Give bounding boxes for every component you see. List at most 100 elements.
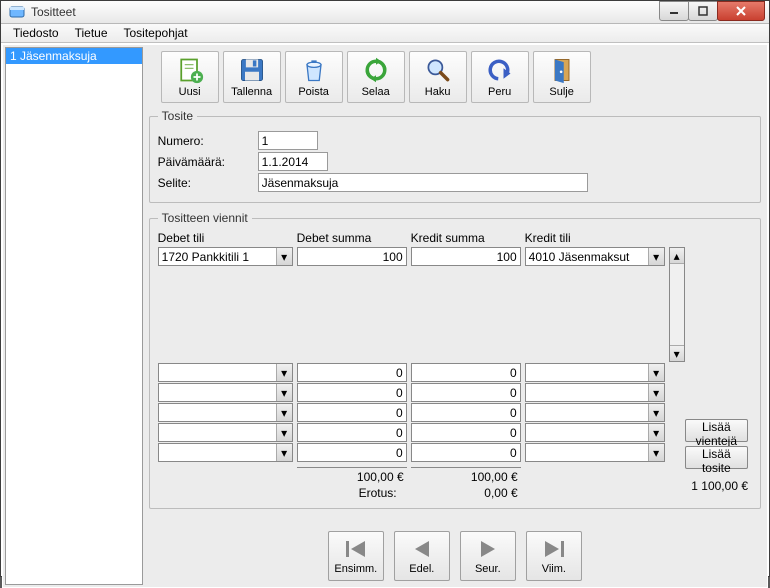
credit-amount-input[interactable]: 0 (411, 403, 521, 422)
desc-input[interactable] (258, 173, 588, 192)
debit-amount-input[interactable]: 0 (297, 363, 407, 382)
scroll-up-icon[interactable]: ▴ (670, 248, 684, 264)
app-icon (9, 4, 25, 20)
prev-label: Edel. (409, 563, 434, 575)
minimize-button[interactable] (659, 1, 689, 21)
menu-record[interactable]: Tietue (67, 24, 116, 42)
entries-body: 1720 Pankkitili 1▾1001004010 Jäsenmaksut… (158, 247, 752, 462)
next-label: Seur. (475, 563, 501, 575)
entry-row: ▾ 00 ▾ (158, 383, 752, 402)
chevron-down-icon[interactable]: ▾ (276, 248, 292, 265)
main-panel: Uusi Tallenna Poista Selaa Haku (143, 45, 767, 587)
prev-icon (409, 538, 435, 560)
credit-account-combo[interactable]: ▾ (525, 403, 665, 422)
entries-group: Tositteen viennit Debet tili Debet summa… (149, 211, 761, 509)
menu-templates[interactable]: Tositepohjat (116, 24, 196, 42)
entry-row: ▾ 00 ▾ (158, 363, 752, 382)
entry-row: ▾ 00 ▾ (158, 403, 752, 422)
desc-label: Selite: (158, 176, 258, 190)
grand-total: 1 100,00 € (691, 479, 748, 493)
debit-account-combo[interactable]: 1720 Pankkitili 1▾ (158, 247, 293, 266)
debit-amount-input[interactable]: 0 (297, 383, 407, 402)
debit-amount-input[interactable]: 0 (297, 423, 407, 442)
debit-account-combo[interactable]: ▾ (158, 443, 293, 462)
credit-amount-input[interactable]: 0 (411, 443, 521, 462)
titlebar: Tositteet (1, 1, 769, 24)
first-button[interactable]: Ensimm. (328, 531, 384, 581)
entry-row: ▾ 00 ▾ (158, 443, 752, 462)
next-button[interactable]: Seur. (460, 531, 516, 581)
chevron-down-icon[interactable]: ▾ (648, 444, 664, 461)
credit-account-combo[interactable]: ▾ (525, 443, 665, 462)
save-label: Tallenna (231, 86, 272, 98)
entries-legend: Tositteen viennit (158, 211, 252, 225)
undo-label: Peru (488, 86, 511, 98)
credit-account-combo[interactable]: ▾ (525, 423, 665, 442)
debit-account-combo[interactable]: ▾ (158, 423, 293, 442)
credit-amount-input[interactable]: 100 (411, 247, 521, 266)
number-input[interactable] (258, 131, 318, 150)
debit-amount-input[interactable]: 0 (297, 403, 407, 422)
chevron-down-icon[interactable]: ▾ (648, 404, 664, 421)
number-label: Numero: (158, 134, 258, 148)
voucher-legend: Tosite (158, 109, 197, 123)
debit-account-combo[interactable]: ▾ (158, 383, 293, 402)
entries-header: Debet tili Debet summa Kredit summa Kred… (158, 231, 752, 245)
search-label: Haku (425, 86, 451, 98)
entry-row: 1720 Pankkitili 1▾1001004010 Jäsenmaksut… (158, 247, 752, 362)
undo-button[interactable]: Peru (471, 51, 529, 103)
debit-account-combo[interactable]: ▾ (158, 403, 293, 422)
col-debit-sum: Debet summa (297, 231, 407, 245)
scroll-down-icon[interactable]: ▾ (670, 345, 684, 361)
chevron-down-icon[interactable]: ▾ (648, 248, 664, 265)
credit-amount-input[interactable]: 0 (411, 423, 521, 442)
totals-row: 100,00 € 100,00 € (158, 467, 685, 484)
door-icon (548, 56, 576, 84)
save-button[interactable]: Tallenna (223, 51, 281, 103)
refresh-icon (362, 56, 390, 84)
client-area: 1 Jäsenmaksuja Uusi Tallenna Poista (2, 44, 768, 588)
chevron-down-icon[interactable]: ▾ (648, 384, 664, 401)
search-button[interactable]: Haku (409, 51, 467, 103)
credit-amount-input[interactable]: 0 (411, 383, 521, 402)
close-button[interactable] (717, 1, 765, 21)
voucher-list[interactable]: 1 Jäsenmaksuja (5, 47, 143, 585)
credit-amount-input[interactable]: 0 (411, 363, 521, 382)
close-app-button[interactable]: Sulje (533, 51, 591, 103)
entries-scrollbar[interactable]: ▴▾ (669, 247, 685, 362)
toolbar: Uusi Tallenna Poista Selaa Haku (149, 49, 761, 105)
delete-button[interactable]: Poista (285, 51, 343, 103)
date-input[interactable] (258, 152, 328, 171)
chevron-down-icon[interactable]: ▾ (276, 424, 292, 441)
new-button[interactable]: Uusi (161, 51, 219, 103)
col-credit-acc: Kredit tili (525, 231, 665, 245)
last-button[interactable]: Viim. (526, 531, 582, 581)
chevron-down-icon[interactable]: ▾ (276, 404, 292, 421)
add-voucher-button[interactable]: Lisää tosite (685, 446, 748, 469)
col-debit-acc: Debet tili (158, 231, 293, 245)
window-controls (660, 1, 765, 23)
chevron-down-icon[interactable]: ▾ (276, 384, 292, 401)
add-entries-button[interactable]: Lisää vientejä (685, 419, 748, 442)
credit-account-combo[interactable]: ▾ (525, 383, 665, 402)
menu-file[interactable]: Tiedosto (5, 24, 67, 42)
maximize-button[interactable] (688, 1, 718, 21)
trash-icon (300, 56, 328, 84)
chevron-down-icon[interactable]: ▾ (276, 444, 292, 461)
list-item[interactable]: 1 Jäsenmaksuja (6, 48, 142, 64)
prev-button[interactable]: Edel. (394, 531, 450, 581)
credit-total: 100,00 € (411, 467, 521, 484)
save-icon (238, 56, 266, 84)
next-icon (475, 538, 501, 560)
chevron-down-icon[interactable]: ▾ (276, 364, 292, 381)
chevron-down-icon[interactable]: ▾ (648, 364, 664, 381)
credit-account-combo[interactable]: 4010 Jäsenmaksut▾ (525, 247, 665, 266)
browse-button[interactable]: Selaa (347, 51, 405, 103)
debit-account-combo[interactable]: ▾ (158, 363, 293, 382)
new-label: Uusi (179, 86, 201, 98)
chevron-down-icon[interactable]: ▾ (648, 424, 664, 441)
date-label: Päivämäärä: (158, 155, 258, 169)
credit-account-combo[interactable]: ▾ (525, 363, 665, 382)
debit-amount-input[interactable]: 100 (297, 247, 407, 266)
debit-amount-input[interactable]: 0 (297, 443, 407, 462)
